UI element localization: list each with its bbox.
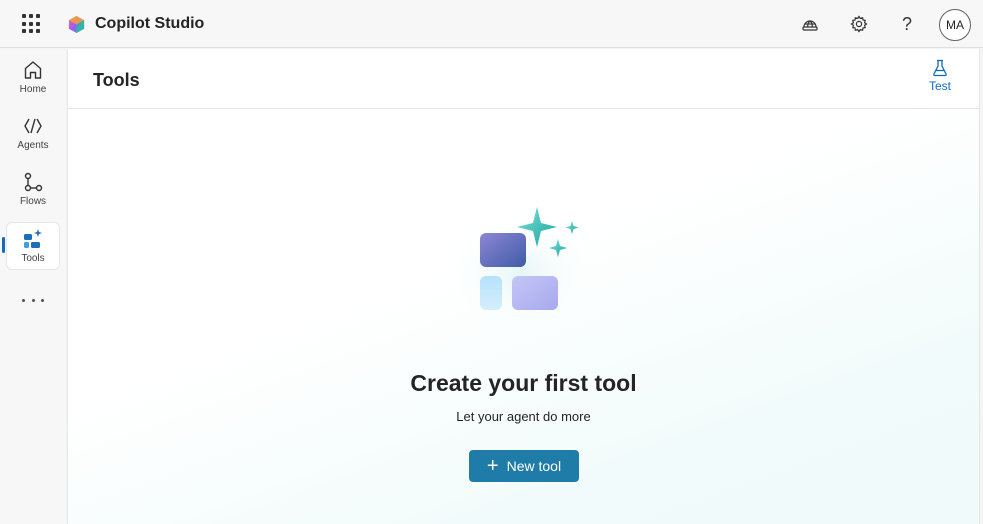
test-label: Test [928,79,951,93]
nav-item-agents[interactable]: Agents [6,110,60,158]
flows-icon [24,172,43,192]
copilot-studio-logo [68,15,85,34]
nav-item-tools[interactable]: Tools [6,222,60,270]
new-tool-label: New tool [506,458,562,474]
nav-item-label: Tools [21,253,45,264]
app-title: Copilot Studio [95,15,205,32]
app-launcher-icon[interactable] [22,14,42,34]
nav-item-home[interactable]: Home [6,54,60,102]
agents-icon [24,118,42,134]
nav-item-label: Agents [17,140,49,151]
tools-icon [24,229,42,248]
top-bar: Copilot Studio ? MA [0,0,983,48]
home-icon [24,61,42,79]
tools-illustration [440,207,600,335]
nav-item-label: Home [19,84,47,95]
empty-state-title: Create your first tool [410,370,637,396]
settings-gear-icon[interactable] [847,12,871,36]
test-button[interactable]: Test [924,59,956,99]
flask-icon [933,59,947,77]
nav-item-label: Flows [19,196,47,207]
empty-state-subtitle: Let your agent do more [456,409,591,424]
empty-state: Create your first tool Let your agent do… [68,110,979,524]
plus-icon: + [486,455,499,477]
environment-globe-icon[interactable] [798,12,822,36]
page-title: Tools [93,70,140,90]
left-nav-rail: Home Agents Flows Tools [0,49,66,524]
help-question-icon[interactable]: ? [895,12,919,36]
user-avatar[interactable]: MA [939,9,971,41]
active-nav-indicator [2,237,5,253]
page-header: Tools Test [68,49,979,109]
main-panel: Tools Test Create your first tool Let yo… [67,49,980,524]
nav-item-flows[interactable]: Flows [6,166,60,214]
more-horizontal-icon[interactable] [22,292,44,308]
new-tool-button[interactable]: + New tool [469,450,579,482]
